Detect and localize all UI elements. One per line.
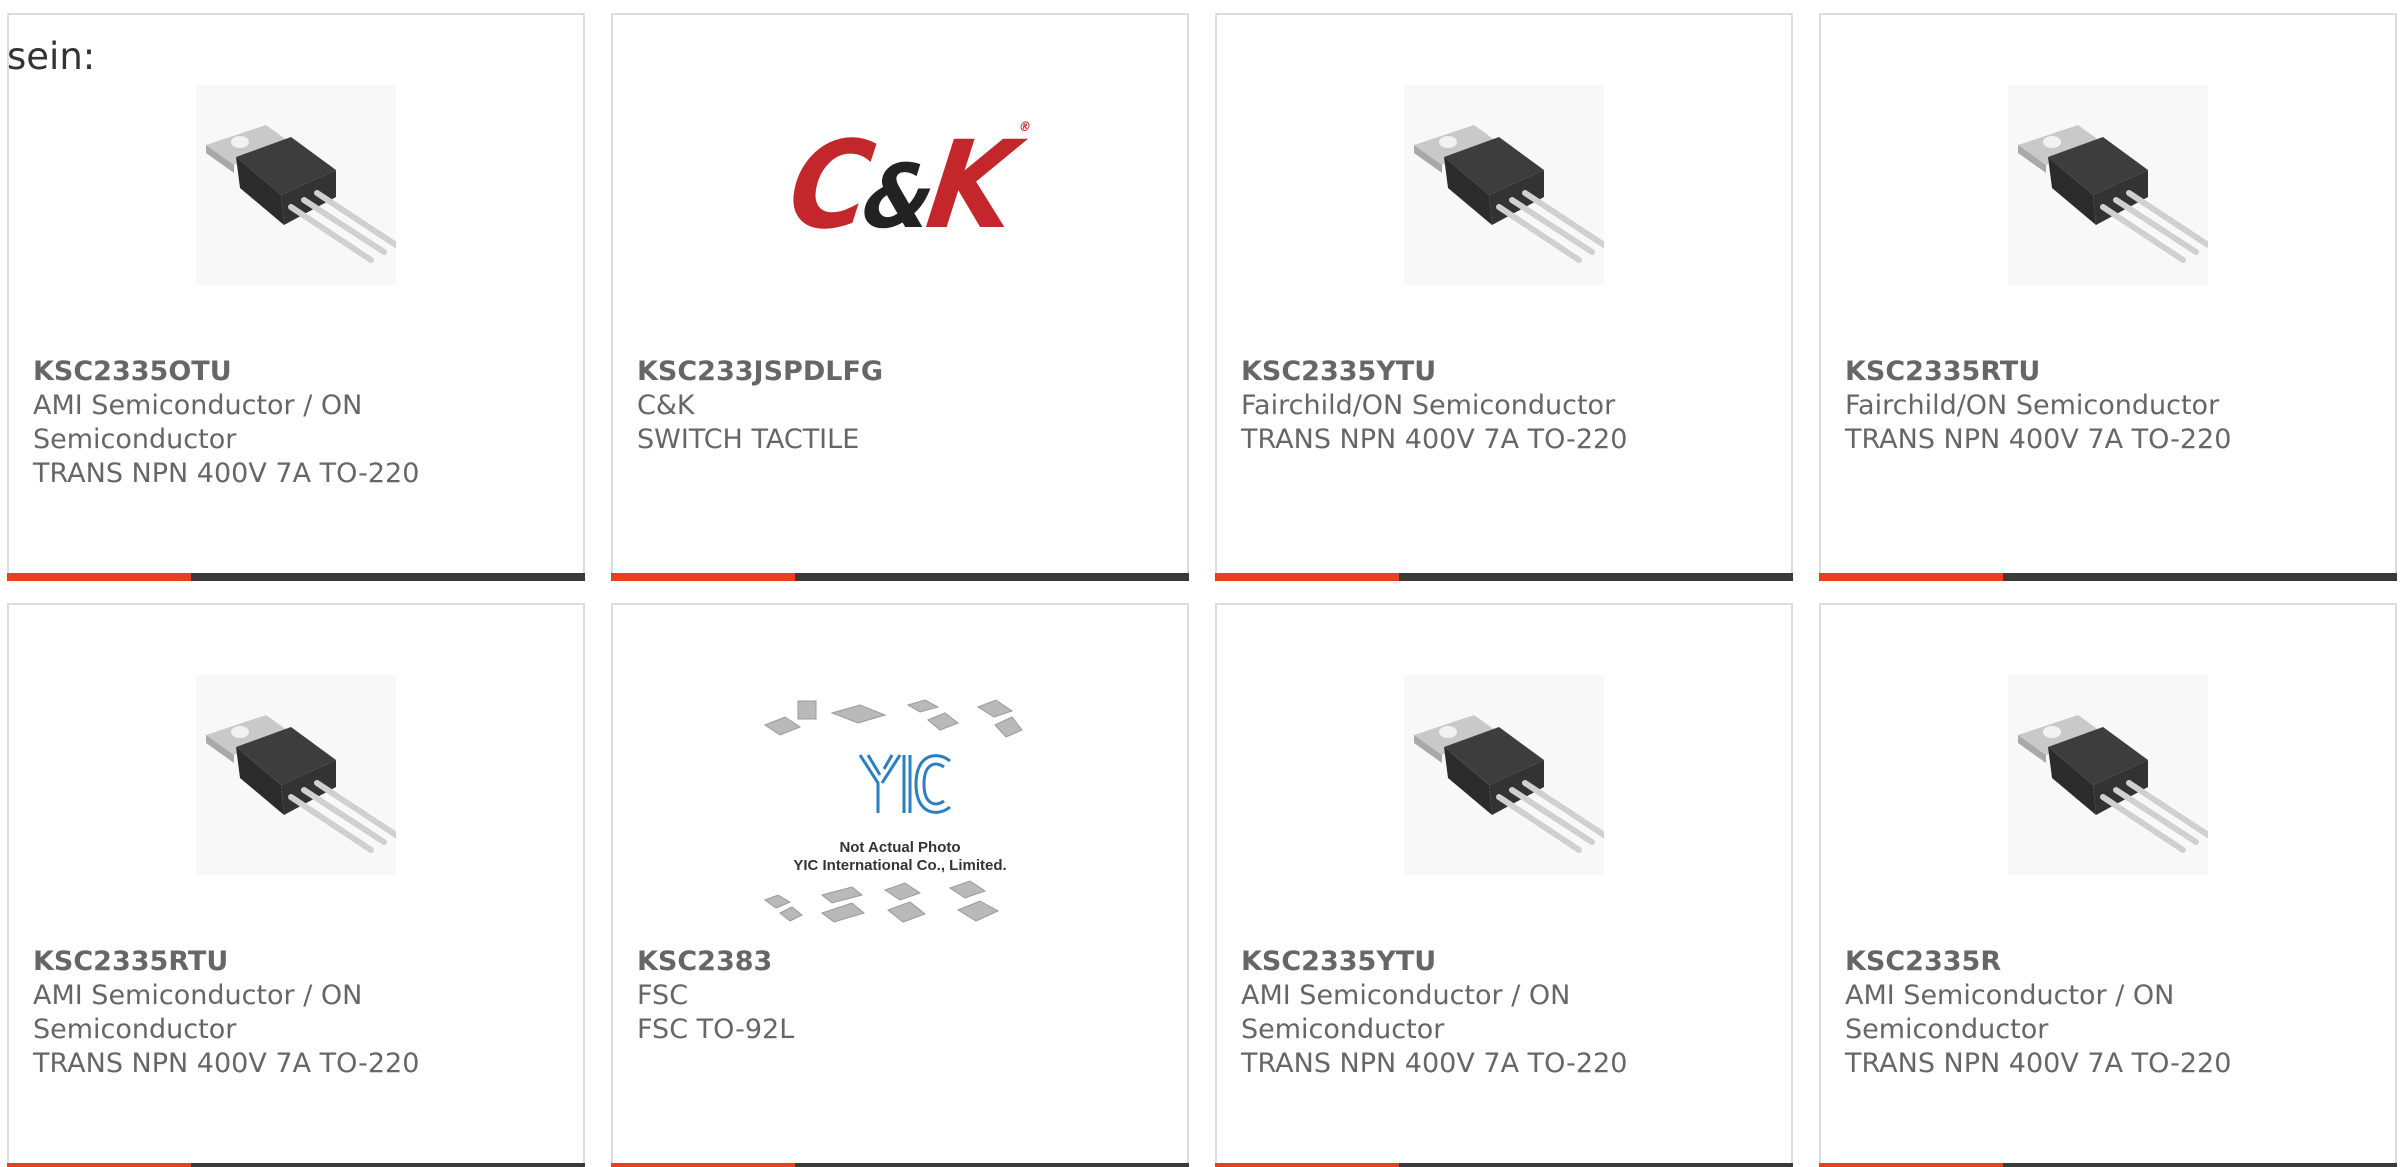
yic-placeholder-line1: Not Actual Photo bbox=[839, 839, 961, 856]
to220-transistor-image bbox=[1404, 85, 1604, 285]
manufacturer: FSC bbox=[637, 980, 689, 1011]
part-number[interactable]: KSC2335OTU bbox=[33, 355, 433, 389]
product-info: KSC2335YTU AMI Semiconductor / ON Semico… bbox=[1241, 945, 1641, 1081]
manufacturer: AMI Semiconductor / ON Semiconductor bbox=[1241, 980, 1571, 1045]
to220-transistor-image bbox=[1404, 675, 1604, 875]
product-card[interactable]: C&K ® KSC233JSPDLFG C&K SWITCH TACTILE bbox=[611, 13, 1189, 581]
card-footer-bar bbox=[1215, 573, 1793, 581]
card-footer-accent bbox=[7, 573, 191, 581]
card-footer-accent bbox=[1819, 573, 2003, 581]
product-info: KSC2335RTU AMI Semiconductor / ON Semico… bbox=[33, 945, 433, 1081]
manufacturer: C&K bbox=[637, 390, 695, 421]
product-info: KSC2335R AMI Semiconductor / ON Semicond… bbox=[1845, 945, 2245, 1081]
product-card[interactable]: KSC2335RTU Fairchild/ON Semiconductor TR… bbox=[1819, 13, 2397, 581]
manufacturer: AMI Semiconductor / ON Semiconductor bbox=[1845, 980, 2175, 1045]
product-info: KSC233JSPDLFG C&K SWITCH TACTILE bbox=[637, 355, 1037, 457]
yic-placeholder-line2: YIC International Co., Limited. bbox=[793, 857, 1007, 874]
ck-logo-image: C&K ® bbox=[750, 85, 1050, 285]
product-card[interactable]: KSC2335YTU AMI Semiconductor / ON Semico… bbox=[1215, 603, 1793, 1167]
card-footer-bar bbox=[1819, 1163, 2397, 1167]
part-number[interactable]: KSC233JSPDLFG bbox=[637, 355, 1037, 389]
card-footer-bar bbox=[1215, 1163, 1793, 1167]
card-footer-bar bbox=[7, 573, 585, 581]
manufacturer: Fairchild/ON Semiconductor bbox=[1845, 390, 2220, 421]
card-footer-bar bbox=[7, 1163, 585, 1167]
description: FSC TO-92L bbox=[637, 1014, 795, 1045]
ck-logo: C&K ® bbox=[781, 114, 1033, 256]
to220-transistor-image bbox=[196, 675, 396, 875]
product-info: KSC2335OTU AMI Semiconductor / ON Semico… bbox=[33, 355, 433, 491]
to220-transistor-image bbox=[196, 85, 396, 285]
product-card[interactable]: KSC2335R AMI Semiconductor / ON Semicond… bbox=[1819, 603, 2397, 1167]
description: TRANS NPN 400V 7A TO-220 bbox=[1845, 1048, 2232, 1079]
product-card[interactable]: KSC2335YTU Fairchild/ON Semiconductor TR… bbox=[1215, 13, 1793, 581]
part-number[interactable]: KSC2335YTU bbox=[1241, 355, 1641, 389]
card-footer-accent bbox=[1819, 1163, 2003, 1167]
product-card[interactable]: Not Actual Photo YIC International Co., … bbox=[611, 603, 1189, 1167]
description: TRANS NPN 400V 7A TO-220 bbox=[1241, 424, 1628, 455]
part-number[interactable]: KSC2335RTU bbox=[33, 945, 433, 979]
card-footer-accent bbox=[611, 1163, 795, 1167]
product-grid-page: sein: KSC2335OTU AMI Semiconductor / ON … bbox=[0, 0, 2400, 1167]
description: SWITCH TACTILE bbox=[637, 424, 860, 455]
card-footer-bar bbox=[1819, 573, 2397, 581]
to220-transistor-image bbox=[2008, 675, 2208, 875]
card-footer-bar bbox=[611, 1163, 1189, 1167]
description: TRANS NPN 400V 7A TO-220 bbox=[33, 1048, 420, 1079]
manufacturer: AMI Semiconductor / ON Semiconductor bbox=[33, 390, 363, 455]
card-footer-bar bbox=[611, 573, 1189, 581]
product-info: KSC2383 FSC FSC TO-92L bbox=[637, 945, 1037, 1047]
product-info: KSC2335RTU Fairchild/ON Semiconductor TR… bbox=[1845, 355, 2245, 457]
description: TRANS NPN 400V 7A TO-220 bbox=[33, 458, 420, 489]
to220-transistor-image bbox=[2008, 85, 2208, 285]
part-number[interactable]: KSC2335YTU bbox=[1241, 945, 1641, 979]
manufacturer: Fairchild/ON Semiconductor bbox=[1241, 390, 1616, 421]
description: TRANS NPN 400V 7A TO-220 bbox=[1845, 424, 2232, 455]
card-footer-accent bbox=[1215, 1163, 1399, 1167]
product-card[interactable]: KSC2335RTU AMI Semiconductor / ON Semico… bbox=[7, 603, 585, 1167]
card-footer-accent bbox=[611, 573, 795, 581]
intro-text: sein: bbox=[7, 35, 96, 78]
card-footer-accent bbox=[1215, 573, 1399, 581]
manufacturer: AMI Semiconductor / ON Semiconductor bbox=[33, 980, 363, 1045]
part-number[interactable]: KSC2335RTU bbox=[1845, 355, 2245, 389]
part-number[interactable]: KSC2383 bbox=[637, 945, 1037, 979]
part-number[interactable]: KSC2335R bbox=[1845, 945, 2245, 979]
product-info: KSC2335YTU Fairchild/ON Semiconductor TR… bbox=[1241, 355, 1641, 457]
yic-not-actual-photo-image: Not Actual Photo YIC International Co., … bbox=[760, 695, 1040, 935]
product-card[interactable]: KSC2335OTU AMI Semiconductor / ON Semico… bbox=[7, 13, 585, 581]
card-footer-accent bbox=[7, 1163, 191, 1167]
description: TRANS NPN 400V 7A TO-220 bbox=[1241, 1048, 1628, 1079]
